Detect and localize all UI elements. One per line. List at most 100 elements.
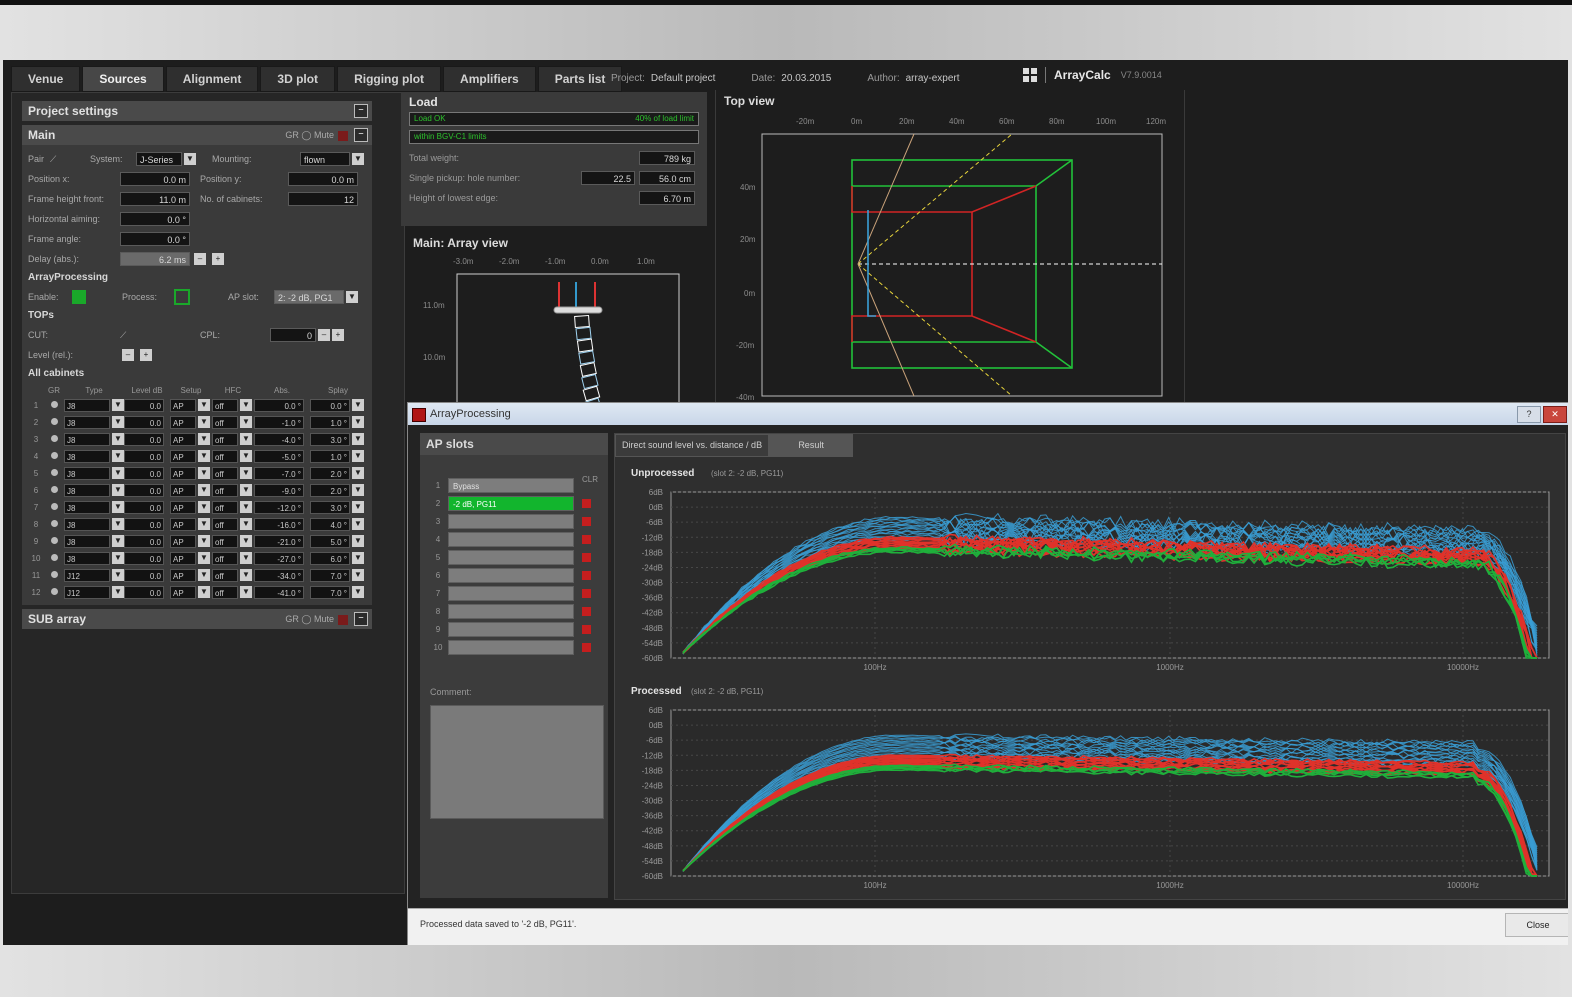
level-input[interactable]: 0.0 — [124, 586, 164, 599]
chevron-down-icon[interactable]: ▼ — [198, 552, 210, 564]
type-select[interactable]: J8 — [64, 535, 110, 548]
gr-radio[interactable] — [50, 452, 58, 459]
level-input[interactable]: 0.0 — [124, 484, 164, 497]
type-select[interactable]: J8 — [64, 450, 110, 463]
position-y-input[interactable]: 0.0 m — [288, 172, 358, 186]
minus-icon[interactable]: – — [194, 253, 206, 265]
chevron-down-icon[interactable]: ▼ — [346, 291, 358, 303]
slot-name-field[interactable]: -2 dB, PG11 — [448, 495, 574, 511]
chevron-down-icon[interactable]: ▼ — [198, 586, 210, 598]
type-select[interactable]: J8 — [64, 433, 110, 446]
gr-radio[interactable] — [50, 554, 58, 561]
dialog-title-bar[interactable]: ArrayProcessing ? ✕ — [408, 403, 1568, 425]
splay-select[interactable]: 0.0 ° — [310, 399, 350, 412]
chevron-down-icon[interactable]: ▼ — [240, 535, 252, 547]
splay-select[interactable]: 7.0 ° — [310, 586, 350, 599]
chevron-down-icon[interactable]: ▼ — [112, 518, 124, 530]
setup-select[interactable]: AP — [170, 518, 196, 531]
gr-radio[interactable] — [50, 537, 58, 544]
setup-select[interactable]: AP — [170, 501, 196, 514]
close-button[interactable]: Close — [1505, 913, 1568, 937]
slot-name-field[interactable] — [448, 639, 574, 655]
pair-toggle-icon[interactable]: ⟋ — [50, 154, 90, 165]
type-select[interactable]: J8 — [64, 484, 110, 497]
chevron-down-icon[interactable]: ▼ — [352, 450, 364, 462]
clear-slot-button[interactable] — [582, 498, 591, 508]
tab-alignment[interactable]: Alignment — [165, 66, 259, 92]
level-input[interactable]: 0.0 — [124, 518, 164, 531]
chevron-down-icon[interactable]: ▼ — [198, 399, 210, 411]
chevron-down-icon[interactable]: ▼ — [240, 433, 252, 445]
setup-select[interactable]: AP — [170, 433, 196, 446]
mounting-select[interactable]: flown — [300, 152, 350, 166]
ap-slot-item[interactable]: 9 — [428, 621, 591, 637]
chevron-down-icon[interactable]: ▼ — [352, 153, 364, 165]
ap-slot-item[interactable]: 1 Bypass — [428, 477, 574, 493]
gr-radio[interactable] — [50, 588, 58, 595]
frame-angle-input[interactable]: 0.0 ° — [120, 232, 190, 246]
setup-select[interactable]: AP — [170, 399, 196, 412]
chevron-down-icon[interactable]: ▼ — [112, 484, 124, 496]
splay-select[interactable]: 7.0 ° — [310, 569, 350, 582]
chevron-down-icon[interactable]: ▼ — [112, 552, 124, 564]
slot-name-field[interactable] — [448, 621, 574, 637]
mute-toggle[interactable] — [338, 614, 348, 625]
slot-name-field[interactable] — [448, 513, 574, 529]
delay-input[interactable]: 6.2 ms — [120, 252, 190, 266]
slot-name-field[interactable] — [448, 567, 574, 583]
comment-field[interactable] — [430, 705, 604, 819]
clear-slot-button[interactable] — [582, 642, 591, 652]
chevron-down-icon[interactable]: ▼ — [240, 450, 252, 462]
clear-slot-button[interactable] — [582, 552, 591, 562]
setup-select[interactable]: AP — [170, 569, 196, 582]
ap-slot-item[interactable]: 4 — [428, 531, 591, 547]
chevron-down-icon[interactable]: ▼ — [240, 586, 252, 598]
gr-radio[interactable] — [50, 486, 58, 493]
ap-slot-item[interactable]: 7 — [428, 585, 591, 601]
hfc-select[interactable]: off — [212, 399, 238, 412]
type-select[interactable]: J8 — [64, 416, 110, 429]
slot-name-field[interactable] — [448, 531, 574, 547]
chevron-down-icon[interactable]: ▼ — [352, 433, 364, 445]
chevron-down-icon[interactable]: ▼ — [352, 501, 364, 513]
chevron-down-icon[interactable]: ▼ — [198, 450, 210, 462]
ap-slot-item[interactable]: 8 — [428, 603, 591, 619]
tab-amplifiers[interactable]: Amplifiers — [443, 66, 536, 92]
level-input[interactable]: 0.0 — [124, 501, 164, 514]
slot-name-field[interactable] — [448, 585, 574, 601]
chevron-down-icon[interactable]: ▼ — [112, 501, 124, 513]
chevron-down-icon[interactable]: ▼ — [112, 586, 124, 598]
slot-name-field[interactable] — [448, 549, 574, 565]
tab-venue[interactable]: Venue — [11, 66, 81, 92]
hfc-select[interactable]: off — [212, 586, 238, 599]
chevron-down-icon[interactable]: ▼ — [352, 467, 364, 479]
ap-slot-item[interactable]: 5 — [428, 549, 591, 565]
frame-height-input[interactable]: 11.0 m — [120, 192, 190, 206]
chevron-down-icon[interactable]: ▼ — [112, 569, 124, 581]
splay-select[interactable]: 6.0 ° — [310, 552, 350, 565]
clear-slot-button[interactable] — [582, 516, 591, 526]
chevron-down-icon[interactable]: ▼ — [352, 399, 364, 411]
chevron-down-icon[interactable]: ▼ — [198, 535, 210, 547]
collapse-icon[interactable]: – — [354, 612, 368, 626]
chevron-down-icon[interactable]: ▼ — [240, 552, 252, 564]
splay-select[interactable]: 2.0 ° — [310, 484, 350, 497]
help-icon[interactable]: ? — [1517, 406, 1541, 423]
slot-name-field[interactable]: Bypass — [448, 477, 574, 493]
clear-slot-button[interactable] — [582, 534, 591, 544]
gr-radio[interactable] — [50, 503, 58, 510]
hfc-select[interactable]: off — [212, 450, 238, 463]
plus-icon[interactable]: + — [332, 329, 344, 341]
mute-toggle[interactable] — [338, 130, 348, 141]
chevron-down-icon[interactable]: ▼ — [240, 416, 252, 428]
chevron-down-icon[interactable]: ▼ — [240, 569, 252, 581]
chevron-down-icon[interactable]: ▼ — [198, 433, 210, 445]
level-input[interactable]: 0.0 — [124, 433, 164, 446]
chevron-down-icon[interactable]: ▼ — [184, 153, 196, 165]
chevron-down-icon[interactable]: ▼ — [240, 467, 252, 479]
chevron-down-icon[interactable]: ▼ — [112, 467, 124, 479]
hfc-select[interactable]: off — [212, 416, 238, 429]
minus-icon[interactable]: – — [122, 349, 134, 361]
main-array-header[interactable]: Main GR ◯ Mute – — [22, 125, 372, 145]
clear-slot-button[interactable] — [582, 570, 591, 580]
